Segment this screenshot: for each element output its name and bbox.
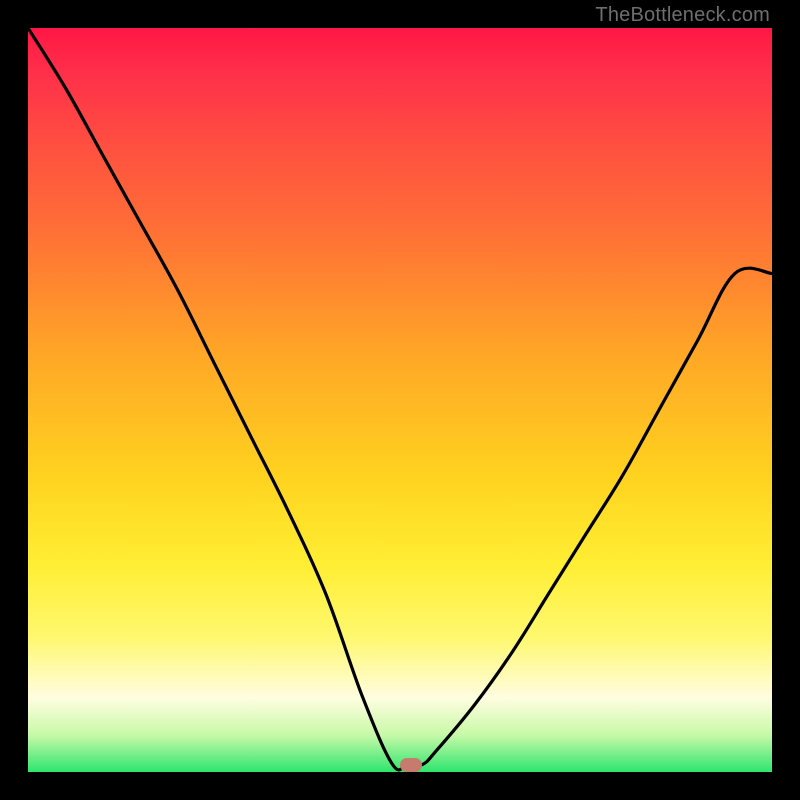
watermark-text: TheBottleneck.com <box>595 4 770 27</box>
bottleneck-curve <box>28 28 772 770</box>
plot-area <box>28 28 772 772</box>
curve-layer <box>28 28 772 772</box>
min-marker <box>400 758 422 772</box>
chart-frame: TheBottleneck.com <box>0 0 800 800</box>
